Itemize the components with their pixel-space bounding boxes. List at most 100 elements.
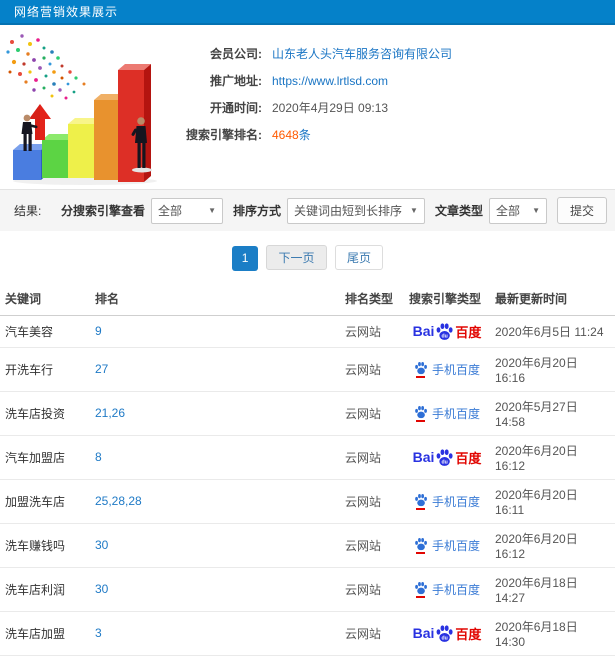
engine-cell: Bai du 百度 [404, 479, 490, 524]
updated-cell: 2020年6月20日 16:12 [490, 435, 615, 480]
keyword-cell: 洗车店利润 [0, 567, 90, 612]
table-row: 开洗车行 27 云网站 Bai du 百度 [0, 347, 615, 392]
rank-type-cell: 云网站 [340, 567, 404, 612]
baidu-pc-logo: Bai du 百度 [412, 448, 482, 466]
engine-cell: Bai du 百度 [404, 567, 490, 612]
open-time-value: 2020年4月29日 09:13 [272, 101, 389, 115]
keyword-cell: 汽车美容 [0, 315, 90, 348]
up-arrow-icon [29, 104, 51, 140]
paw-underline [416, 507, 426, 510]
last-page-button[interactable]: 尾页 [334, 245, 383, 270]
rank-link[interactable]: 25,28,28 [95, 494, 142, 508]
chevron-down-icon: ▼ [410, 206, 418, 215]
rank-type-cell: 云网站 [340, 435, 404, 480]
bar-red [118, 64, 151, 182]
keyword-cell: 加盟洗车店 [0, 479, 90, 524]
baidu-pc-logo: Bai du 百度 [412, 322, 482, 340]
rank-type-cell: 云网站 [340, 347, 404, 392]
baidu-pc-logo: Bai du 百度 [412, 624, 482, 642]
header-keyword: 关键词 [0, 281, 90, 316]
rank-type-cell: 云网站 [340, 479, 404, 524]
growth-chart-graphic [6, 34, 157, 185]
page: 网络营销效果展示 会员公司: 山东老人头汽车服务咨询有限公司 推广地址: htt… [0, 0, 615, 656]
page-title: 网络营销效果展示 [14, 5, 119, 19]
baidu-paw-icon [415, 493, 427, 506]
company-link[interactable]: 山东老人头汽车服务咨询有限公司 [272, 45, 452, 62]
baidu-paw-icon: du [436, 624, 453, 642]
rank-link[interactable]: 21,26 [95, 406, 125, 420]
paw-underline [416, 551, 426, 554]
sort-label: 排序方式 [233, 204, 282, 218]
updated-cell: 2020年5月27日 14:58 [490, 391, 615, 436]
updated-cell: 2020年6月20日 16:11 [490, 479, 615, 524]
chevron-down-icon: ▼ [532, 206, 540, 215]
keyword-cell: 洗车店投资 [0, 391, 90, 436]
baidu-paw-icon [415, 405, 427, 418]
svg-text:du: du [442, 635, 448, 641]
rank-link[interactable]: 30 [95, 538, 108, 552]
paw-underline [416, 419, 426, 422]
rank-link[interactable]: 9 [95, 324, 102, 338]
engine-rank-value: 4648条 [272, 126, 311, 143]
rank-type-cell: 云网站 [340, 523, 404, 568]
table-header-row: 关键词 排名 排名类型 搜索引擎类型 最新更新时间 [0, 281, 615, 316]
updated-cell: 2020年6月20日 16:12 [490, 523, 615, 568]
baidu-paw-icon: du [436, 448, 453, 466]
bar-chart-illustration [0, 28, 172, 188]
header-updated: 最新更新时间 [490, 281, 615, 316]
table-row: 汽车美容 9 云网站 Bai du 百度 2020年6月5日 11:24 [0, 315, 615, 348]
result-label: 结果: [14, 204, 42, 218]
rank-type-cell: 云网站 [340, 391, 404, 436]
baidu-paw-icon [415, 361, 427, 374]
table-head: 关键词 排名 排名类型 搜索引擎类型 最新更新时间 [0, 281, 615, 316]
rank-link[interactable]: 3 [95, 626, 102, 640]
chevron-down-icon: ▼ [208, 206, 217, 215]
table-row: 洗车店投资 21,26 云网站 Bai du 百度 [0, 391, 615, 436]
table-body: 汽车美容 9 云网站 Bai du 百度 2020年6月5日 11:24 开洗车… [0, 315, 615, 656]
rank-link[interactable]: 30 [95, 582, 108, 596]
company-label: 会员公司: [210, 47, 262, 61]
engine-cell: Bai du 百度 [404, 611, 490, 656]
engine-cell: Bai du 百度 [404, 347, 490, 392]
next-page-button[interactable]: 下一页 [266, 245, 327, 270]
keyword-cell: 洗车店加盟 [0, 611, 90, 656]
baidu-paw-icon: du [436, 322, 453, 340]
confetti-dots [6, 34, 86, 100]
app-header: 网络营销效果展示 [0, 0, 615, 25]
rank-type-cell: 云网站 [340, 315, 404, 348]
promotion-url-link[interactable]: https://www.lrtlsd.com [272, 74, 388, 88]
updated-cell: 2020年6月18日 14:27 [490, 567, 615, 612]
rank-count: 4648 [272, 128, 299, 142]
filter-bar: 结果: 分搜索引擎查看 全部 ▼ 排序方式 关键词由短到长排序 ▼ 文章类型 全… [0, 189, 615, 231]
url-row: 推广地址: https://www.lrtlsd.com [172, 67, 452, 94]
engine-filter-select[interactable]: 全部 ▼ [151, 197, 224, 224]
top-section: 会员公司: 山东老人头汽车服务咨询有限公司 推广地址: https://www.… [0, 25, 615, 189]
table-row: 洗车店加盟 3 云网站 Bai du 百度 2020年6月18日 14:30 [0, 611, 615, 656]
rank-link[interactable]: 27 [95, 362, 108, 376]
baidu-paw-icon [415, 581, 427, 594]
engine-filter-label: 分搜索引擎查看 [61, 204, 146, 218]
svg-text:du: du [442, 333, 448, 339]
page-1-button[interactable]: 1 [232, 245, 259, 271]
baidu-mobile-logo: 手机百度 [414, 537, 480, 554]
keyword-cell: 汽车加盟店 [0, 435, 90, 480]
engine-cell: Bai du 百度 [404, 435, 490, 480]
keyword-cell: 开洗车行 [0, 347, 90, 392]
pagination: 1 下一页 尾页 [0, 231, 615, 282]
baidu-mobile-logo: 手机百度 [414, 361, 480, 378]
submit-button[interactable]: 提交 [556, 197, 607, 224]
rank-unit: 条 [298, 128, 311, 142]
header-engine-type: 搜索引擎类型 [404, 281, 490, 316]
article-type-select[interactable]: 全部 ▼ [488, 197, 547, 224]
rank-link[interactable]: 8 [95, 450, 102, 464]
baidu-paw-icon [415, 537, 427, 550]
engine-rank-row: 搜索引擎排名: 4648条 [172, 121, 452, 148]
results-table: 关键词 排名 排名类型 搜索引擎类型 最新更新时间 汽车美容 9 云网站 Bai [0, 281, 615, 656]
sort-select[interactable]: 关键词由短到长排序 ▼ [287, 197, 425, 224]
engine-rank-label: 搜索引擎排名: [186, 128, 262, 142]
engine-cell: Bai du 百度 [404, 391, 490, 436]
engine-cell: Bai du 百度 [404, 315, 490, 348]
updated-cell: 2020年6月20日 16:16 [490, 347, 615, 392]
paw-underline [416, 595, 426, 598]
paw-underline [416, 375, 426, 378]
